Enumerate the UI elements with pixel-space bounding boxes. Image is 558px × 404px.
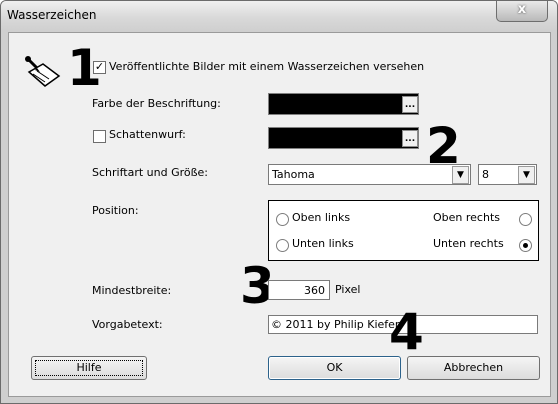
min-width-label: Mindestbreite: (92, 284, 172, 297)
min-width-value: 360 (304, 284, 325, 297)
dialog-window: Wasserzeichen x 1 ✓ Veröffentlichte Bild… (0, 0, 558, 404)
watermark-pen-icon (25, 56, 61, 87)
font-family-select[interactable]: Tahoma ▼ (268, 164, 471, 185)
position-label-bottom-left: Unten links (292, 237, 354, 250)
font-size-select[interactable]: 8 ▼ (478, 164, 537, 185)
watermark-enable-label: Veröffentlichte Bilder mit einem Wasserz… (109, 60, 425, 73)
default-text-label: Vorgabetext: (92, 318, 163, 331)
shadow-checkbox[interactable] (93, 130, 106, 143)
position-radio-bottom-right[interactable] (519, 239, 532, 252)
position-radio-top-right[interactable] (519, 213, 532, 226)
cancel-button[interactable]: Abbrechen (407, 356, 540, 380)
min-width-input[interactable]: 360 (268, 280, 330, 300)
position-label-bottom-right: Unten rechts (433, 237, 504, 250)
min-width-unit: Pixel (335, 283, 361, 296)
position-radio-top-left[interactable] (276, 213, 289, 226)
radio-selected-dot (523, 243, 528, 248)
position-label-top-left: Oben links (292, 211, 351, 224)
shadow-color-swatch[interactable]: ... (268, 127, 419, 149)
dialog-client-area: 1 ✓ Veröffentlichte Bilder mit einem Was… (8, 32, 551, 397)
window-title: Wasserzeichen (7, 8, 97, 22)
ok-button-label: OK (326, 361, 343, 374)
position-radio-group: Oben links Oben rechts Unten links Unten… (268, 200, 539, 261)
position-label-top-right: Oben rechts (433, 211, 500, 224)
caption-color-picker-button[interactable]: ... (402, 96, 418, 113)
title-bar[interactable]: Wasserzeichen x (1, 1, 557, 31)
ok-button[interactable]: OK (268, 356, 401, 380)
position-radio-bottom-left[interactable] (276, 239, 289, 252)
cancel-button-label: Abbrechen (443, 361, 504, 374)
position-label: Position: (92, 204, 139, 217)
shadow-label: Schattenwurf: (109, 128, 186, 141)
default-text-value: © 2011 by Philip Kiefer (271, 318, 400, 331)
shadow-color-picker-button[interactable]: ... (402, 130, 418, 147)
help-button[interactable]: Hilfe (31, 356, 147, 380)
caption-color-label: Farbe der Beschriftung: (92, 97, 221, 110)
close-icon: x (517, 2, 527, 17)
watermark-enable-checkbox[interactable]: ✓ (93, 60, 106, 74)
caption-color-swatch[interactable]: ... (268, 93, 419, 115)
checkmark-icon: ✓ (94, 60, 105, 73)
font-size-value: 8 (482, 168, 489, 181)
font-family-value: Tahoma (272, 168, 315, 181)
font-label: Schriftart und Größe: (92, 166, 209, 179)
focus-ring (35, 360, 143, 376)
chevron-down-icon[interactable]: ▼ (518, 166, 535, 184)
chevron-down-icon[interactable]: ▼ (452, 166, 469, 184)
close-button[interactable]: x (496, 1, 548, 22)
callout-number-4: 4 (389, 303, 424, 361)
